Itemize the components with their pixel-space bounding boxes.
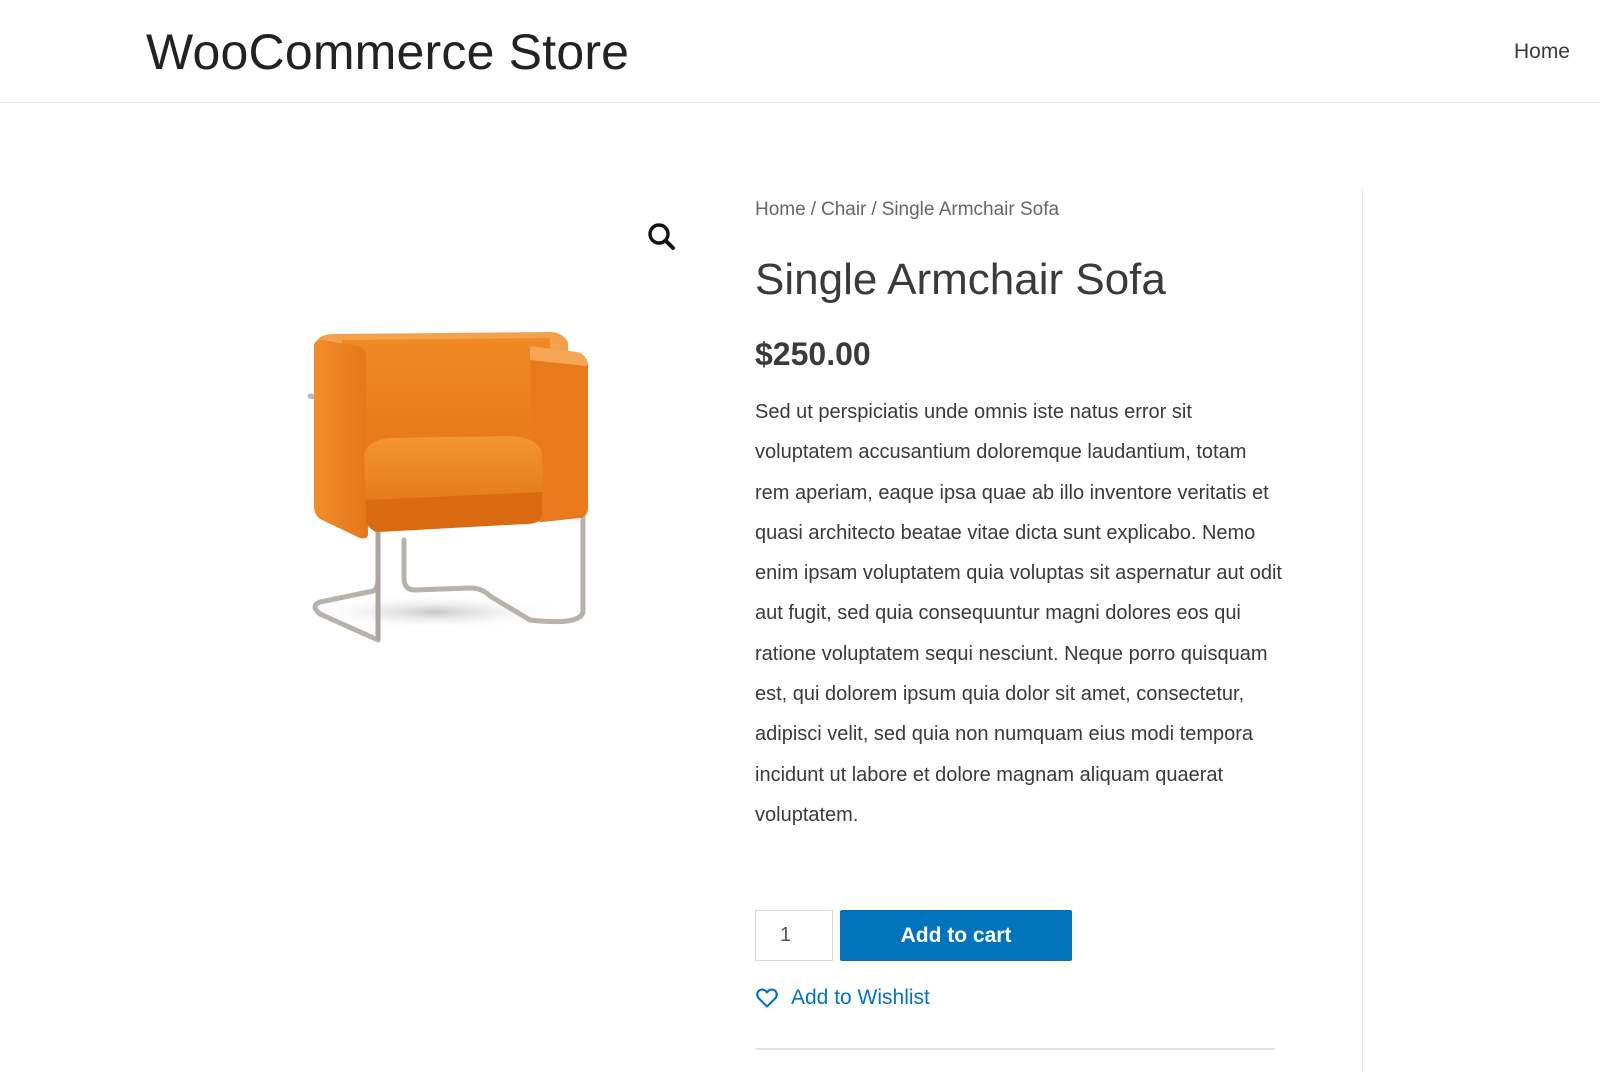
product-gallery: [200, 200, 700, 720]
breadcrumb-home[interactable]: Home: [755, 199, 806, 220]
section-divider: [755, 1048, 1275, 1050]
product-description: Sed ut perspiciatis unde omnis iste natu…: [755, 401, 1282, 826]
product-price: $250.00: [755, 336, 871, 372]
add-to-wishlist-link[interactable]: Add to Wishlist: [755, 986, 930, 1010]
breadcrumb-current: Single Armchair Sofa: [881, 199, 1060, 220]
main-navigation: Home: [1514, 38, 1570, 66]
wishlist-label: Add to Wishlist: [791, 986, 930, 1009]
breadcrumb: Home / Chair / Single Armchair Sofa: [755, 190, 1295, 230]
nav-item-home[interactable]: Home: [1514, 40, 1570, 63]
breadcrumb-separator: /: [871, 199, 877, 220]
orange-armchair-image[interactable]: [250, 320, 600, 660]
content-divider: [1362, 190, 1363, 1072]
add-to-cart-button[interactable]: Add to cart: [840, 910, 1072, 961]
breadcrumb-chair[interactable]: Chair: [821, 199, 866, 220]
site-header: WooCommerce Store Home: [0, 0, 1600, 103]
quantity-input[interactable]: [755, 910, 833, 961]
heart-icon: [755, 986, 779, 1010]
product-title: Single Armchair Sofa: [755, 255, 1166, 304]
product-summary: Home / Chair / Single Armchair Sofa Single A…: [755, 190, 1295, 1050]
breadcrumb-separator: /: [810, 199, 816, 220]
site-title[interactable]: WooCommerce Store: [146, 22, 629, 82]
search-icon[interactable]: [645, 220, 679, 254]
add-to-cart-form: Add to cart: [755, 910, 1295, 962]
